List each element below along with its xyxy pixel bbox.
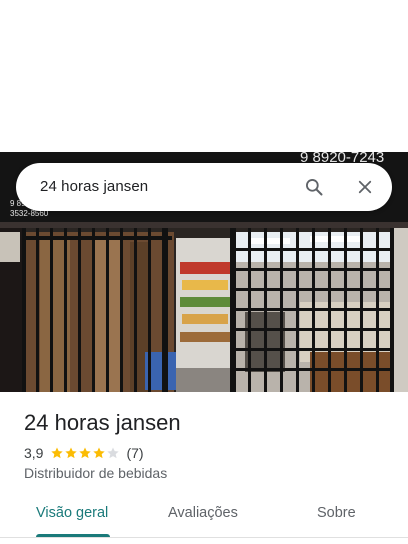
search-icon[interactable] [302,175,326,199]
tab-overview[interactable]: Visão geral [36,505,108,521]
rating-row[interactable]: 3,9 (7) [24,444,144,462]
close-icon[interactable] [353,175,377,199]
star-full-icon [79,447,92,459]
tab-about[interactable]: Sobre [317,505,356,521]
tab-divider [0,537,408,538]
rating-stars [50,446,120,460]
place-category[interactable]: Distribuidor de bebidas [24,465,167,481]
star-full-icon [93,447,106,459]
place-title: 24 horas jansen [24,410,181,435]
search-bar[interactable]: 24 horas jansen [16,163,392,211]
tab-bar: Visão geral Avaliações Sobre [0,496,408,538]
star-full-icon [65,447,78,459]
star-full-icon [51,447,64,459]
review-count[interactable]: (7) [126,445,143,461]
star-empty-icon [107,447,120,459]
tab-reviews[interactable]: Avaliações [168,505,238,521]
search-input[interactable]: 24 horas jansen [40,178,148,195]
rating-value: 3,9 [24,445,44,461]
